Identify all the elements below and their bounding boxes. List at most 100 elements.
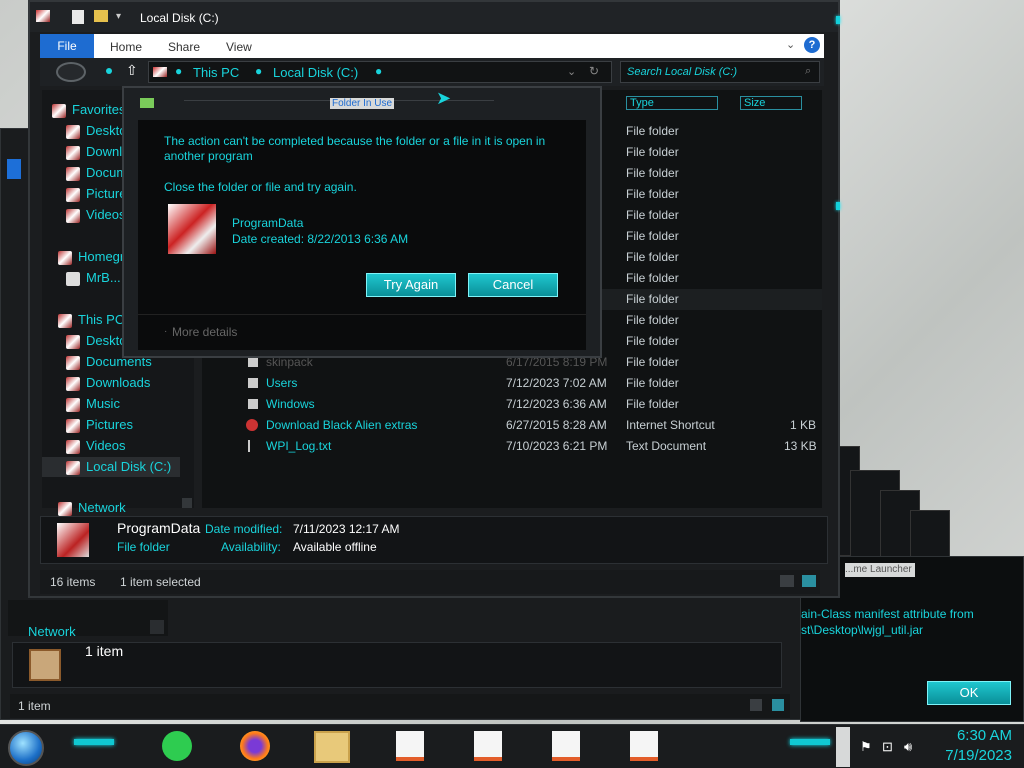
- nav-pc-videos[interactable]: Videos: [66, 436, 126, 456]
- folder-icon: [248, 378, 258, 388]
- forward-dot-icon[interactable]: [106, 68, 112, 74]
- search-icon[interactable]: ⌕: [805, 65, 811, 78]
- star-icon: [52, 103, 66, 118]
- java-icon[interactable]: [396, 731, 430, 763]
- launcher-message-line2: st\Desktop\lwjgl_util.jar: [801, 623, 924, 637]
- bg-item-count: 1 item: [85, 643, 124, 659]
- disk-icon: [153, 67, 167, 77]
- bg-window-accent: [7, 159, 21, 179]
- launcher-ok-button[interactable]: OK: [927, 681, 1011, 705]
- quick-access-dropdown-icon[interactable]: ▾: [116, 11, 121, 22]
- bg-window-scrollbar[interactable]: [150, 620, 164, 634]
- column-headers: Type Size: [626, 94, 822, 112]
- tab-file[interactable]: File: [40, 34, 94, 58]
- launcher-message-line1: ain-Class manifest attribute from: [801, 607, 974, 621]
- flag-icon[interactable]: ⚑: [860, 739, 872, 755]
- decor-block: [910, 510, 950, 560]
- dialog-cursor-icon: ➤: [436, 88, 452, 108]
- ribbon-expand-icon[interactable]: ⌄: [786, 38, 795, 51]
- nav-pc-pictures[interactable]: Pictures: [66, 415, 133, 435]
- pictures-icon: [66, 187, 80, 202]
- bg-status-count: 1 item: [18, 699, 51, 713]
- breadcrumb-local-disk[interactable]: Local Disk (C:): [273, 65, 358, 80]
- firefox-icon[interactable]: [240, 731, 274, 763]
- table-row[interactable]: Windows 7/12/2023 6:36 AM File folder: [202, 394, 822, 415]
- nav-pc-music[interactable]: Music: [66, 394, 120, 414]
- details-view-icon[interactable]: [780, 575, 794, 587]
- tab-home[interactable]: Home: [110, 40, 142, 54]
- home-folder-icon: [29, 649, 61, 681]
- history-dropdown-icon[interactable]: ⌄: [567, 65, 576, 78]
- nav-pc-downloads[interactable]: Downloads: [66, 373, 150, 393]
- search-box[interactable]: Search Local Disk (C:) ⌕: [620, 61, 820, 83]
- try-again-button[interactable]: Try Again: [366, 273, 456, 297]
- network-tray-icon[interactable]: ⊡: [882, 739, 893, 755]
- dialog-message: The action can't be completed because th…: [164, 134, 546, 163]
- properties-icon[interactable]: [72, 10, 84, 24]
- address-row: ⇧ ● This PC ● Local Disk (C:) ● ⌄ ↻ Sear…: [40, 58, 824, 86]
- clock-date[interactable]: 7/19/2023: [936, 747, 1012, 764]
- column-size[interactable]: Size: [740, 96, 802, 110]
- tiles-view-icon[interactable]: [802, 575, 816, 587]
- tab-share[interactable]: Share: [168, 40, 200, 54]
- nav-local-disk[interactable]: Local Disk (C:): [42, 457, 180, 477]
- java-icon[interactable]: [630, 731, 664, 763]
- column-type[interactable]: Type: [626, 96, 718, 110]
- desktop-icon: [66, 334, 80, 349]
- network-icon: [58, 501, 72, 516]
- notes-app-icon[interactable]: [162, 731, 196, 763]
- up-arrow-icon[interactable]: ⇧: [126, 62, 138, 79]
- search-input[interactable]: Search Local Disk (C:): [627, 66, 737, 78]
- tab-view[interactable]: View: [226, 40, 252, 54]
- help-icon[interactable]: ?: [804, 37, 820, 53]
- address-bar[interactable]: ● This PC ● Local Disk (C:) ● ⌄ ↻: [148, 61, 612, 83]
- breadcrumb-this-pc[interactable]: This PC: [193, 65, 239, 80]
- java-icon[interactable]: [552, 731, 586, 763]
- programdata-folder-icon: [57, 523, 89, 557]
- nav-network[interactable]: Network: [58, 498, 126, 518]
- launcher-dialog-title: ...me Launcher: [845, 563, 915, 577]
- programdata-folder-icon: [168, 204, 216, 254]
- start-button[interactable]: [8, 730, 44, 766]
- title-bar[interactable]: ▾ Local Disk (C:): [30, 2, 838, 32]
- text-file-icon: [248, 440, 258, 452]
- user-icon: [66, 271, 80, 286]
- documents-icon: [66, 355, 80, 370]
- show-hidden-icons-button[interactable]: [836, 727, 850, 767]
- nav-this-pc[interactable]: This PC: [58, 310, 124, 330]
- volume-icon[interactable]: 🔊︎: [904, 739, 912, 755]
- nav-favorites[interactable]: Favorites: [52, 100, 125, 120]
- back-button[interactable]: [56, 62, 86, 82]
- taskbar: ⚑ ⊡ 🔊︎ 6:30 AM 7/19/2023: [0, 724, 1024, 768]
- folder-icon: [248, 399, 258, 409]
- nav-fav-videos[interactable]: Videos: [66, 205, 126, 225]
- more-details-link[interactable]: More details: [172, 325, 237, 339]
- java-icon[interactable]: [474, 731, 508, 763]
- selection-count: 1 item selected: [120, 575, 201, 589]
- cancel-button[interactable]: Cancel: [468, 273, 558, 297]
- more-details-chevron-icon[interactable]: ·: [164, 326, 167, 337]
- table-row[interactable]: WPI_Log.txt 7/10/2023 6:21 PM Text Docum…: [202, 436, 822, 457]
- nav-scrollbar[interactable]: [182, 498, 192, 508]
- documents-icon: [66, 166, 80, 181]
- dialog-title: Folder In Use: [330, 98, 395, 109]
- details-modified-value: 7/11/2023 12:17 AM: [293, 522, 400, 536]
- breadcrumb-separator-icon: ●: [175, 64, 183, 78]
- details-view-icon[interactable]: [750, 699, 762, 711]
- table-row[interactable]: Download Black Alien extras 6/27/2015 8:…: [202, 415, 822, 436]
- clock-time[interactable]: 6:30 AM: [936, 727, 1012, 744]
- details-availability-label: Availability:: [221, 540, 281, 554]
- taskbar-glow-right: [790, 739, 830, 745]
- file-explorer-icon[interactable]: [314, 731, 350, 763]
- app-icon[interactable]: [36, 10, 50, 22]
- new-folder-icon[interactable]: [94, 10, 108, 22]
- refresh-icon[interactable]: ↻: [589, 64, 599, 78]
- details-item-kind: File folder: [117, 540, 170, 554]
- table-row[interactable]: Users 7/12/2023 7:02 AM File folder: [202, 373, 822, 394]
- dialog-app-icon: [140, 98, 154, 108]
- details-pane: ProgramData File folder Date modified: 7…: [40, 516, 828, 564]
- tiles-view-icon[interactable]: [772, 699, 784, 711]
- nav-user[interactable]: MrB...: [66, 268, 121, 288]
- bg-network-label[interactable]: Network: [28, 624, 76, 639]
- disk-icon: [66, 460, 80, 475]
